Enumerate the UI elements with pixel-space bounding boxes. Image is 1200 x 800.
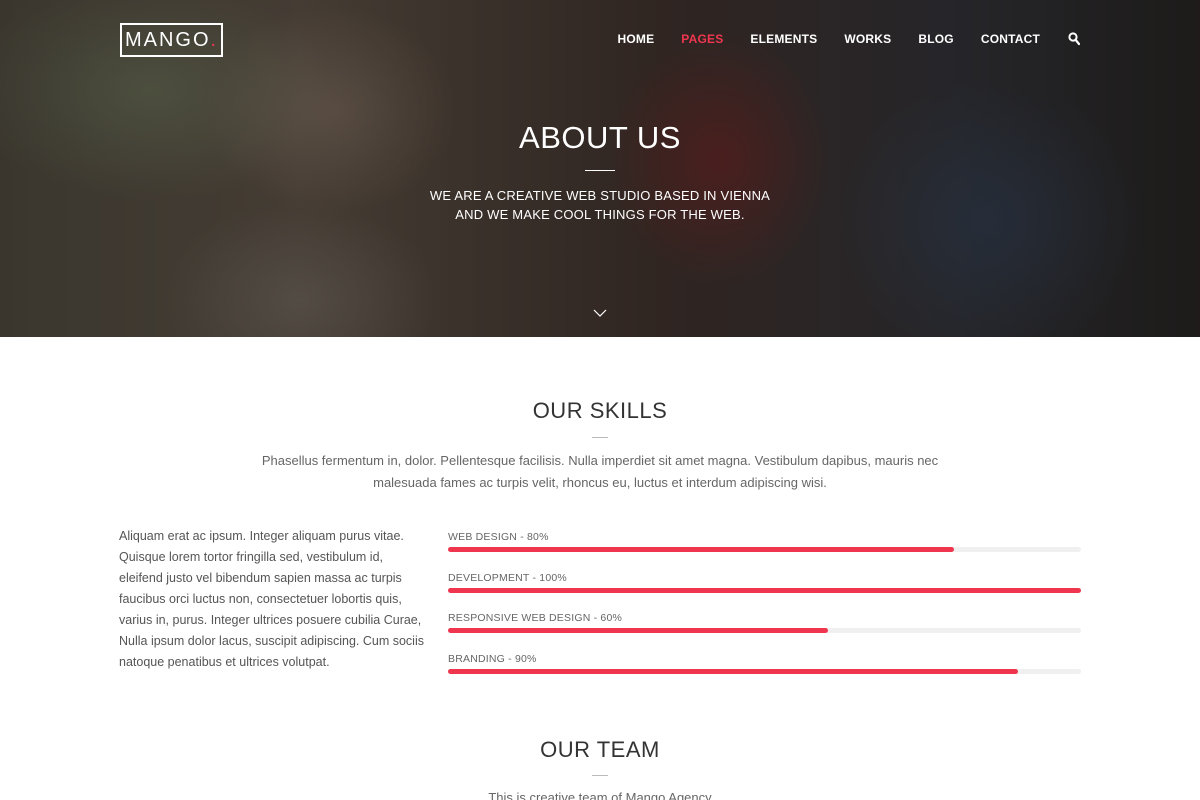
hero-subtitle: WE ARE A CREATIVE WEB STUDIO BASED IN VI… <box>0 186 1200 224</box>
skill-bar-development: DEVELOPMENT - 100% <box>448 572 1081 593</box>
skill-label: DEVELOPMENT - 100% <box>448 572 567 584</box>
skill-fill <box>448 547 955 552</box>
logo-dot: . <box>210 28 219 51</box>
nav-item-elements[interactable]: ELEMENTS <box>750 32 817 46</box>
hero-subtitle-line-1: WE ARE A CREATIVE WEB STUDIO BASED IN VI… <box>429 188 771 203</box>
nav-item-pages[interactable]: PAGES <box>681 32 723 46</box>
search-icon[interactable] <box>1068 32 1081 46</box>
skill-fill <box>448 628 828 633</box>
skill-track <box>448 628 1081 633</box>
nav-item-works[interactable]: WORKS <box>844 32 891 46</box>
nav-item-contact[interactable]: CONTACT <box>981 32 1040 46</box>
chevron-down-icon[interactable] <box>592 306 608 318</box>
team-divider <box>592 775 608 776</box>
skill-bar-web-design: WEB DESIGN - 80% <box>448 531 1081 552</box>
nav-item-blog[interactable]: BLOG <box>918 32 953 46</box>
skill-label: WEB DESIGN - 80% <box>448 531 549 543</box>
logo-text: MANGO <box>124 28 211 51</box>
main-nav: HOME PAGES ELEMENTS WORKS BLOG CONTACT <box>590 32 1081 46</box>
page-title: ABOUT US <box>519 120 681 155</box>
hero-banner: MANGO. HOME PAGES ELEMENTS WORKS BLOG CO… <box>0 0 1200 337</box>
skill-label: BRANDING - 90% <box>448 653 537 665</box>
team-subtitle: This is creative team of Mango Agency <box>488 790 712 800</box>
skill-fill <box>448 588 1081 593</box>
hero-subtitle-line-2: AND WE MAKE COOL THINGS FOR THE WEB. <box>455 207 745 222</box>
skill-fill <box>448 669 1018 674</box>
team-title: OUR TEAM <box>540 737 660 762</box>
skill-track <box>448 669 1081 674</box>
skill-bar-branding: BRANDING - 90% <box>448 653 1081 674</box>
skills-divider <box>592 437 608 438</box>
skill-track <box>448 547 1081 552</box>
skills-intro: Phasellus fermentum in, dolor. Pellentes… <box>261 453 939 490</box>
skill-label: RESPONSIVE WEB DESIGN - 60% <box>448 612 623 624</box>
skills-description: Aliquam erat ac ipsum. Integer aliquam p… <box>119 529 424 669</box>
nav-item-home[interactable]: HOME <box>617 32 654 46</box>
logo[interactable]: MANGO. <box>120 23 223 57</box>
skill-bar-responsive-web-design: RESPONSIVE WEB DESIGN - 60% <box>448 612 1081 633</box>
skills-title: OUR SKILLS <box>532 398 668 423</box>
skill-track <box>448 588 1081 593</box>
title-divider <box>585 170 615 171</box>
